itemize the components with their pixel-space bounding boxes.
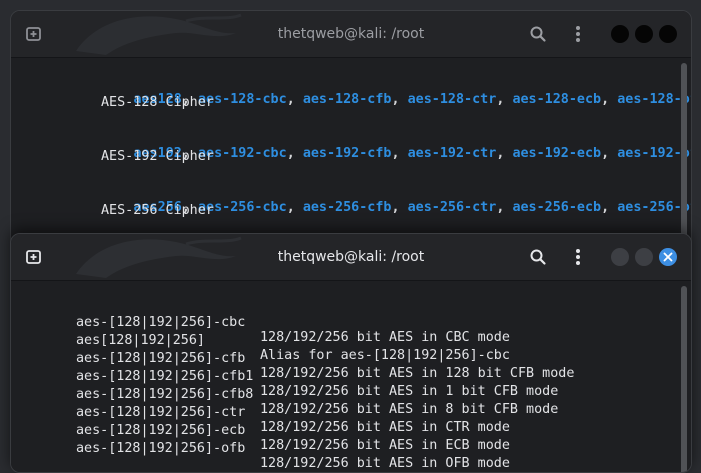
separator: , (286, 200, 303, 215)
search-button[interactable] (526, 22, 550, 46)
kebab-menu-icon (576, 249, 580, 265)
terminal-window-front[interactable]: thetqweb@kali: /root aes-[128|192|256]-c… (10, 233, 692, 473)
menu-button[interactable] (566, 245, 590, 269)
title-bar[interactable]: thetqweb@kali: /root (11, 234, 691, 281)
cipher-description: AES-256 Cipher (101, 203, 214, 218)
cipher-name: aes-128-ecb (512, 92, 602, 107)
separator: , (286, 92, 303, 107)
separator: , (391, 200, 408, 215)
mode-description: 128/192/256 bit AES in OFB mode (260, 456, 510, 471)
mode-row: aes-[128|192|256]-cbc 128/192/256 bit AE… (76, 300, 510, 345)
terminal-output[interactable]: aes128, aes-128-cbc, aes-128-cfb, aes-12… (11, 58, 691, 259)
search-icon (530, 26, 546, 42)
separator: , (391, 92, 408, 107)
mode-row: aes-[128|192|256]-cfb8 128/192/256 bit A… (76, 372, 558, 417)
mode-row: aes[128|192|256] Alias for aes-[128|192|… (76, 318, 510, 363)
cipher-name: aes-192-cfb (302, 146, 392, 161)
cipher-name: aes-192-ecb (512, 146, 602, 161)
separator: , (601, 200, 618, 215)
cipher-name: aes-192-ctr (407, 146, 497, 161)
search-icon (530, 249, 546, 265)
separator: , (601, 146, 618, 161)
mode-description: 128/192/256 bit AES in 128 bit CFB mode (260, 366, 575, 381)
minimize-button[interactable] (611, 25, 629, 43)
menu-button[interactable] (566, 22, 590, 46)
mode-description: 128/192/256 bit AES in 8 bit CFB mode (260, 402, 559, 417)
separator: , (496, 200, 513, 215)
close-button[interactable] (659, 248, 677, 266)
mode-description: 128/192/256 bit AES in ECB mode (260, 438, 510, 453)
mode-description: 128/192/256 bit AES in CBC mode (260, 330, 510, 345)
cipher-name: aes-128-cfb (302, 92, 392, 107)
minimize-button[interactable] (611, 248, 629, 266)
mode-description: 128/192/256 bit AES in CTR mode (260, 420, 510, 435)
kebab-menu-icon (576, 26, 580, 42)
maximize-button[interactable] (635, 248, 653, 266)
search-button[interactable] (526, 245, 550, 269)
mode-row: aes-[128|192|256]-ctr 128/192/256 bit AE… (76, 390, 510, 435)
cipher-name: aes-256-ecb (512, 200, 602, 215)
close-button[interactable] (659, 25, 677, 43)
cipher-name: aes-256-cfb (302, 200, 392, 215)
cipher-description: AES-192 Cipher (101, 149, 214, 164)
mode-description: Alias for aes-[128|192|256]-cbc (260, 348, 510, 363)
separator: , (496, 92, 513, 107)
maximize-button[interactable] (635, 25, 653, 43)
mode-description: 128/192/256 bit AES in 1 bit CFB mode (260, 384, 559, 399)
separator: , (391, 146, 408, 161)
scrollbar[interactable] (681, 286, 687, 472)
mode-row: aes-[128|192|256]-ecb 128/192/256 bit AE… (76, 408, 510, 453)
terminal-output[interactable]: aes-[128|192|256]-cbc 128/192/256 bit AE… (11, 281, 691, 472)
cipher-name: aes-256-ctr (407, 200, 497, 215)
separator: , (496, 146, 513, 161)
title-bar[interactable]: thetqweb@kali: /root (11, 11, 691, 58)
separator: , (601, 92, 618, 107)
close-icon (663, 252, 673, 262)
separator: , (286, 146, 303, 161)
mode-row: aes-[128|192|256]-cfb1 128/192/256 bit A… (76, 354, 558, 399)
cipher-description: AES-128 Cipher (101, 95, 214, 110)
mode-row: aes-[128|192|256]-ofb 128/192/256 bit AE… (76, 426, 510, 471)
cipher-name: aes-128-ctr (407, 92, 497, 107)
scrollbar[interactable] (681, 63, 687, 259)
terminal-window-back[interactable]: thetqweb@kali: /root aes128, aes-128-cbc… (10, 10, 692, 260)
mode-row: aes-[128|192|256]-cfb 128/192/256 bit AE… (76, 336, 574, 381)
